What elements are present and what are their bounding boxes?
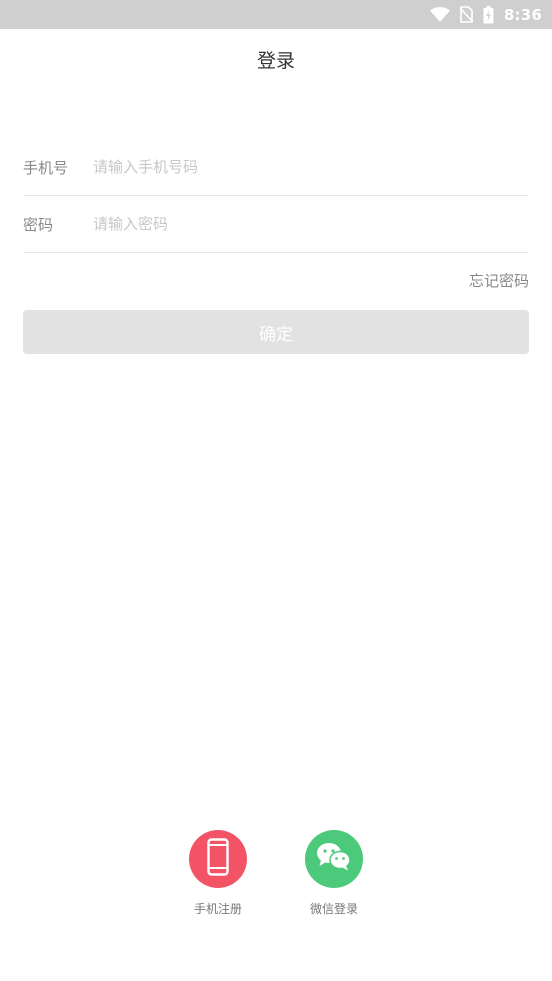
wechat-login-option[interactable]: 微信登录: [294, 830, 374, 917]
phone-register-label: 手机注册: [193, 902, 242, 916]
status-icons: 8:36: [429, 0, 542, 29]
password-label: 密码: [23, 215, 54, 234]
status-bar: 8:36: [0, 0, 552, 29]
page-title: 登录: [256, 50, 295, 72]
battery-charging-icon: [483, 5, 494, 24]
wechat-login-label: 微信登录: [309, 902, 358, 916]
phone-input[interactable]: [93, 158, 529, 176]
wechat-login-button[interactable]: [305, 830, 363, 888]
phone-register-option[interactable]: 手机注册: [178, 830, 258, 917]
status-time: 8:36: [503, 5, 542, 24]
phone-row: 手机号: [23, 139, 529, 196]
wechat-icon: [316, 842, 352, 876]
confirm-button[interactable]: 确定: [23, 310, 529, 354]
password-input[interactable]: [93, 215, 529, 233]
phone-register-button[interactable]: [189, 830, 247, 888]
password-row: 密码: [23, 196, 529, 253]
no-sim-icon: [459, 6, 473, 23]
wifi-icon: [429, 6, 450, 23]
phone-label: 手机号: [23, 158, 69, 177]
mobile-phone-icon: [207, 838, 229, 880]
forgot-password-link[interactable]: 忘记密码: [469, 270, 529, 291]
